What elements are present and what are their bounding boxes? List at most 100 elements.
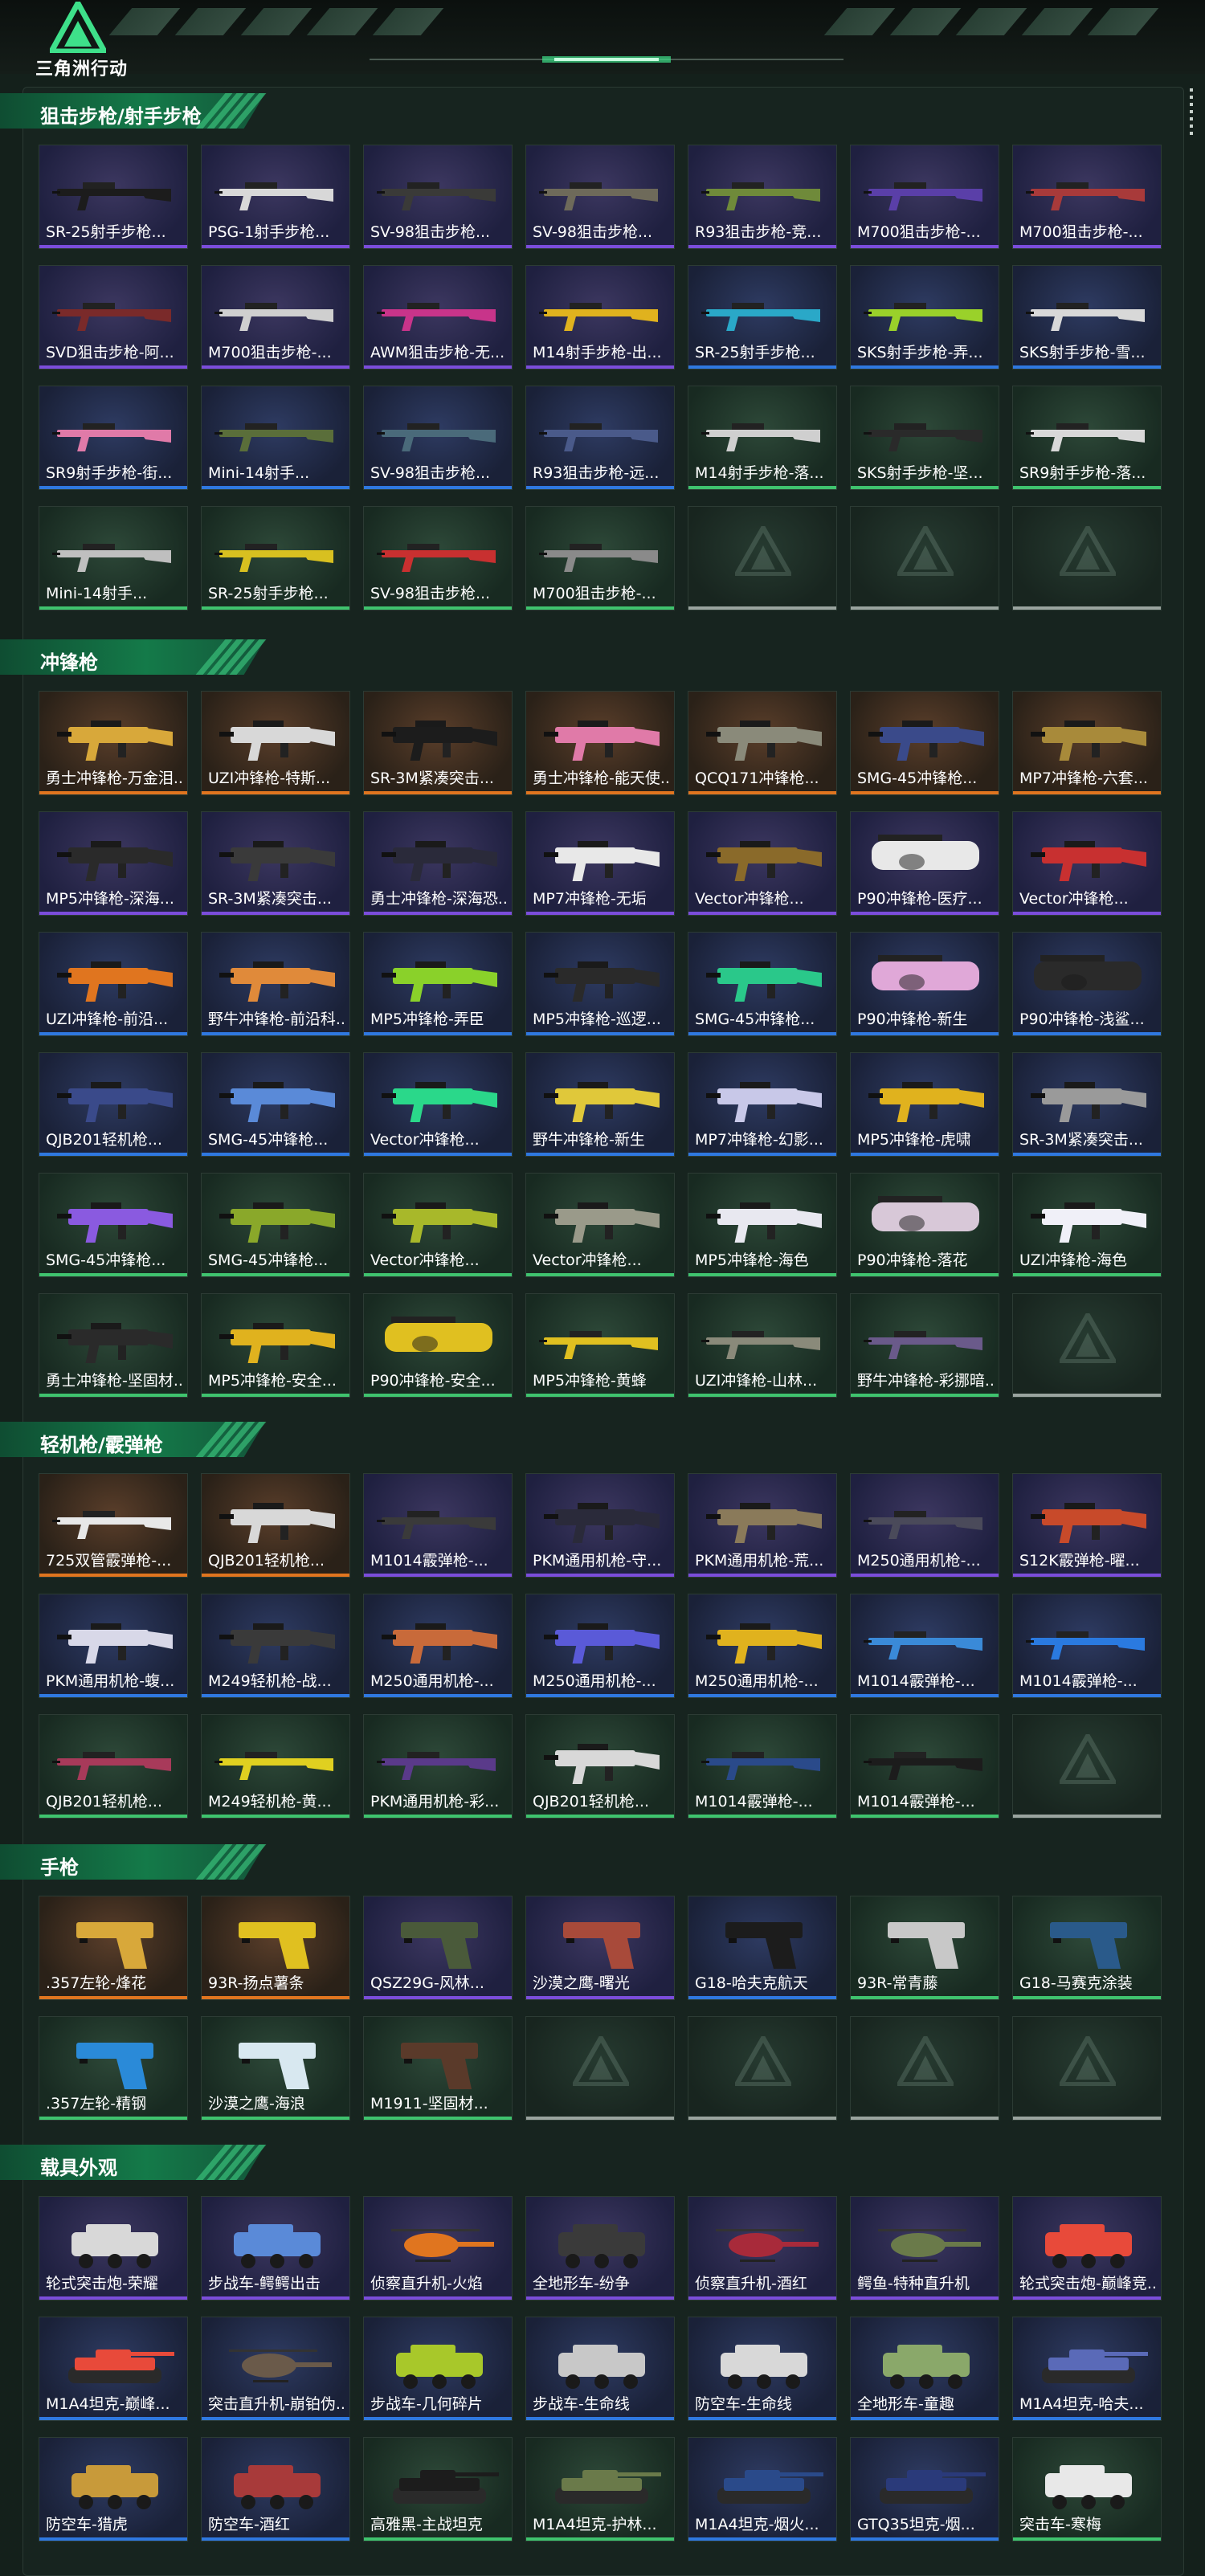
skin-card[interactable]: M1A4坦克-巅峰...	[39, 2317, 188, 2421]
skin-card[interactable]: SR-3M紧凑突击...	[201, 811, 350, 916]
skin-card[interactable]: SKS射手步枪-坚...	[850, 386, 999, 490]
skin-card[interactable]: AWM狙击步枪-无...	[363, 265, 513, 369]
skin-card[interactable]: PSG-1射手步枪...	[201, 145, 350, 249]
skin-card[interactable]: Mini-14射手...	[39, 506, 188, 610]
skin-card[interactable]: .357左轮-精钢	[39, 2016, 188, 2121]
skin-card[interactable]: PKM通用机枪-蝮...	[39, 1594, 188, 1698]
skin-card[interactable]: SR-3M紧凑突击...	[1012, 1052, 1162, 1157]
skin-card[interactable]: Mini-14射手...	[201, 386, 350, 490]
skin-card[interactable]: 勇士冲锋枪-万金泪...	[39, 691, 188, 795]
skin-card[interactable]: M250通用机枪-...	[525, 1594, 675, 1698]
skin-card[interactable]: 侦察直升机-酒红	[688, 2196, 837, 2300]
skin-card[interactable]: MP7冲锋枪-六套...	[1012, 691, 1162, 795]
skin-card[interactable]: MP5冲锋枪-海色	[688, 1173, 837, 1277]
skin-card[interactable]: MP5冲锋枪-深海...	[39, 811, 188, 916]
skin-card[interactable]: G18-马赛克涂装	[1012, 1896, 1162, 2000]
skin-card[interactable]: M250通用机枪-...	[363, 1594, 513, 1698]
skin-card[interactable]: P90冲锋枪-落花	[850, 1173, 999, 1277]
skin-card[interactable]: 勇士冲锋枪-能天使...	[525, 691, 675, 795]
skin-card[interactable]: Vector冲锋枪...	[525, 1173, 675, 1277]
skin-card[interactable]: 沙漠之鹰-海浪	[201, 2016, 350, 2121]
skin-card[interactable]: G18-哈夫克航天	[688, 1896, 837, 2000]
skin-card[interactable]: M1014霰弹枪-...	[850, 1594, 999, 1698]
skin-card[interactable]: SV-98狙击步枪...	[363, 145, 513, 249]
skin-card[interactable]: SR9射手步枪-街...	[39, 386, 188, 490]
skin-card[interactable]: M249轻机枪-战...	[201, 1594, 350, 1698]
skin-card[interactable]: P90冲锋枪-浅鲨...	[1012, 932, 1162, 1036]
skin-card[interactable]: 步战车-几何碎片	[363, 2317, 513, 2421]
skin-card[interactable]: M1A4坦克-烟火...	[688, 2437, 837, 2541]
skin-card[interactable]: M1A4坦克-护林...	[525, 2437, 675, 2541]
skin-card[interactable]: SV-98狙击步枪...	[525, 145, 675, 249]
skin-card[interactable]: 轮式突击炮-荣耀	[39, 2196, 188, 2300]
skin-card[interactable]: 沙漠之鹰-曙光	[525, 1896, 675, 2000]
skin-card[interactable]: 勇士冲锋枪-坚固材...	[39, 1293, 188, 1398]
skin-card[interactable]: 侦察直升机-火焰	[363, 2196, 513, 2300]
skin-card[interactable]: M1911-坚固材...	[363, 2016, 513, 2121]
skin-card[interactable]: 高雅黑-主战坦克	[363, 2437, 513, 2541]
skin-card[interactable]: PKM通用机枪-荒...	[688, 1473, 837, 1578]
skin-card[interactable]: Vector冲锋枪...	[363, 1052, 513, 1157]
skin-card[interactable]: 防空车-生命线	[688, 2317, 837, 2421]
skin-card[interactable]: UZI冲锋枪-特斯...	[201, 691, 350, 795]
skin-card[interactable]: 野牛冲锋枪-新生	[525, 1052, 675, 1157]
skin-card[interactable]: SR-25射手步枪...	[201, 506, 350, 610]
skin-card[interactable]: MP5冲锋枪-巡逻...	[525, 932, 675, 1036]
skin-card[interactable]: MP5冲锋枪-虎啸	[850, 1052, 999, 1157]
skin-card[interactable]: R93狙击步枪-远...	[525, 386, 675, 490]
skin-card[interactable]: SR-3M紧凑突击...	[363, 691, 513, 795]
skin-card[interactable]: MP7冲锋枪-无垢	[525, 811, 675, 916]
skin-card[interactable]: M250通用机枪-...	[850, 1473, 999, 1578]
skin-card[interactable]: 防空车-猎虎	[39, 2437, 188, 2541]
skin-card[interactable]: SR-25射手步枪...	[39, 145, 188, 249]
skin-card[interactable]: QJB201轻机枪...	[201, 1473, 350, 1578]
skin-card[interactable]: UZI冲锋枪-山林...	[688, 1293, 837, 1398]
skin-card[interactable]: P90冲锋枪-新生	[850, 932, 999, 1036]
skin-card[interactable]: 勇士冲锋枪-深海恐...	[363, 811, 513, 916]
skin-card[interactable]: 725双管霰弹枪-...	[39, 1473, 188, 1578]
skin-card[interactable]: M249轻机枪-黄...	[201, 1714, 350, 1819]
skin-card[interactable]: PKM通用机枪-守...	[525, 1473, 675, 1578]
skin-card[interactable]: SKS射手步枪-雪...	[1012, 265, 1162, 369]
skin-card[interactable]: MP5冲锋枪-安全...	[201, 1293, 350, 1398]
skin-card[interactable]: GTQ35坦克-烟...	[850, 2437, 999, 2541]
skin-card[interactable]: UZI冲锋枪-前沿...	[39, 932, 188, 1036]
skin-card[interactable]: M1A4坦克-哈夫...	[1012, 2317, 1162, 2421]
skin-card[interactable]: M1014霰弹枪-...	[688, 1714, 837, 1819]
skin-card[interactable]: 93R-常青藤	[850, 1896, 999, 2000]
skin-card[interactable]: M14射手步枪-出...	[525, 265, 675, 369]
skin-card[interactable]: 突击直升机-崩铂伪...	[201, 2317, 350, 2421]
skin-card[interactable]: M250通用机枪-...	[688, 1594, 837, 1698]
skin-card[interactable]: M1014霰弹枪-...	[1012, 1594, 1162, 1698]
skin-card[interactable]: 突击车-寒梅	[1012, 2437, 1162, 2541]
skin-card[interactable]: M700狙击步枪-...	[201, 265, 350, 369]
skin-card[interactable]: S12K霰弹枪-曜...	[1012, 1473, 1162, 1578]
skin-card[interactable]: SVD狙击步枪-阿...	[39, 265, 188, 369]
skin-card[interactable]: QJB201轻机枪...	[525, 1714, 675, 1819]
skin-card[interactable]: SMG-45冲锋枪...	[201, 1052, 350, 1157]
skin-card[interactable]: QSZ29G-风林...	[363, 1896, 513, 2000]
skin-card[interactable]: M700狙击步枪-...	[850, 145, 999, 249]
skin-card[interactable]: P90冲锋枪-安全...	[363, 1293, 513, 1398]
skin-card[interactable]: SMG-45冲锋枪...	[850, 691, 999, 795]
skin-card[interactable]: M1014霰弹枪-...	[363, 1473, 513, 1578]
skin-card[interactable]: SMG-45冲锋枪...	[688, 932, 837, 1036]
skin-card[interactable]: QCQ171冲锋枪...	[688, 691, 837, 795]
skin-card[interactable]: MP7冲锋枪-幻影...	[688, 1052, 837, 1157]
skin-card[interactable]: M1014霰弹枪-...	[850, 1714, 999, 1819]
skin-card[interactable]: Vector冲锋枪...	[1012, 811, 1162, 916]
skin-card[interactable]: 全地形车-纷争	[525, 2196, 675, 2300]
skin-card[interactable]: QJB201轻机枪...	[39, 1714, 188, 1819]
skin-card[interactable]: UZI冲锋枪-海色	[1012, 1173, 1162, 1277]
skin-card[interactable]: M700狙击步枪-...	[1012, 145, 1162, 249]
skin-card[interactable]: 步战车-鳄鳄出击	[201, 2196, 350, 2300]
skin-card[interactable]: SMG-45冲锋枪...	[39, 1173, 188, 1277]
skin-card[interactable]: MP5冲锋枪-弄臣	[363, 932, 513, 1036]
skin-card[interactable]: SKS射手步枪-弄...	[850, 265, 999, 369]
skin-card[interactable]: 野牛冲锋枪-彩挪暗...	[850, 1293, 999, 1398]
skin-card[interactable]: 93R-扬点薯条	[201, 1896, 350, 2000]
skin-card[interactable]: P90冲锋枪-医疗...	[850, 811, 999, 916]
skin-card[interactable]: QJB201轻机枪...	[39, 1052, 188, 1157]
skin-card[interactable]: M700狙击步枪-...	[525, 506, 675, 610]
skin-card[interactable]: PKM通用机枪-彩...	[363, 1714, 513, 1819]
